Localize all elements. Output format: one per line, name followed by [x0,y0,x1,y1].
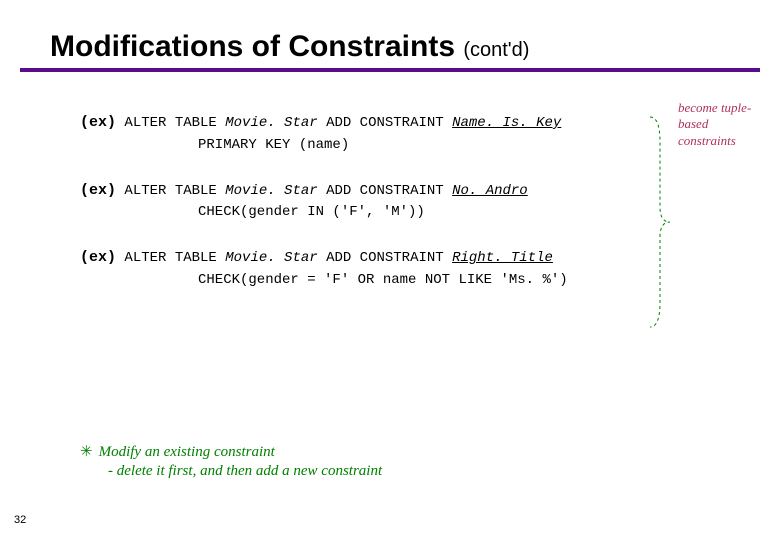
title-sub: (cont'd) [463,39,529,61]
ex-label: (ex) [80,114,116,131]
slide-title: Modifications of Constraints (cont'd) [50,30,760,64]
example-line1: (ex) ALTER TABLE Movie. Star ADD CONSTRA… [80,180,750,203]
footer-line1: Modify an existing constraint [99,444,275,460]
example-line2: CHECK(gender = 'F' OR name NOT LIKE 'Ms.… [80,270,750,291]
add-constraint-kw: ADD CONSTRAINT [318,183,452,199]
title-main: Modifications of Constraints [50,30,455,63]
title-underline: Modifications of Constraints (cont'd) [20,30,760,72]
side-annotation: become tuple-based constraints [678,100,768,149]
table-name: Movie. Star [225,115,317,131]
example-line1: (ex) ALTER TABLE Movie. Star ADD CONSTRA… [80,247,750,270]
constraint-name: Name. Is. Key [452,115,561,131]
table-name: Movie. Star [225,183,317,199]
footer-line2: - delete it first, and then add a new co… [80,463,382,480]
content-area: (ex) ALTER TABLE Movie. Star ADD CONSTRA… [0,112,780,291]
footer-note: ✳ Modify an existing constraint - delete … [80,442,382,480]
slide: Modifications of Constraints (cont'd) (e… [0,0,780,540]
alter-kw: ALTER TABLE [124,115,225,131]
add-constraint-kw: ADD CONSTRAINT [318,115,452,131]
example-line2: CHECK(gender IN ('F', 'M')) [80,202,750,223]
ex-label: (ex) [80,249,116,266]
table-name: Movie. Star [225,250,317,266]
example-block: (ex) ALTER TABLE Movie. Star ADD CONSTRA… [80,180,750,224]
example-block: (ex) ALTER TABLE Movie. Star ADD CONSTRA… [80,112,750,156]
add-constraint-kw: ADD CONSTRAINT [318,250,452,266]
example-line1: (ex) ALTER TABLE Movie. Star ADD CONSTRA… [80,112,750,135]
constraint-name: No. Andro [452,183,528,199]
page-number: 32 [14,514,26,526]
alter-kw: ALTER TABLE [124,250,225,266]
alter-kw: ALTER TABLE [124,183,225,199]
ex-label: (ex) [80,182,116,199]
example-line2: PRIMARY KEY (name) [80,135,750,156]
star-bullet-icon: ✳ [80,444,93,460]
example-block: (ex) ALTER TABLE Movie. Star ADD CONSTRA… [80,247,750,291]
constraint-name: Right. Title [452,250,553,266]
